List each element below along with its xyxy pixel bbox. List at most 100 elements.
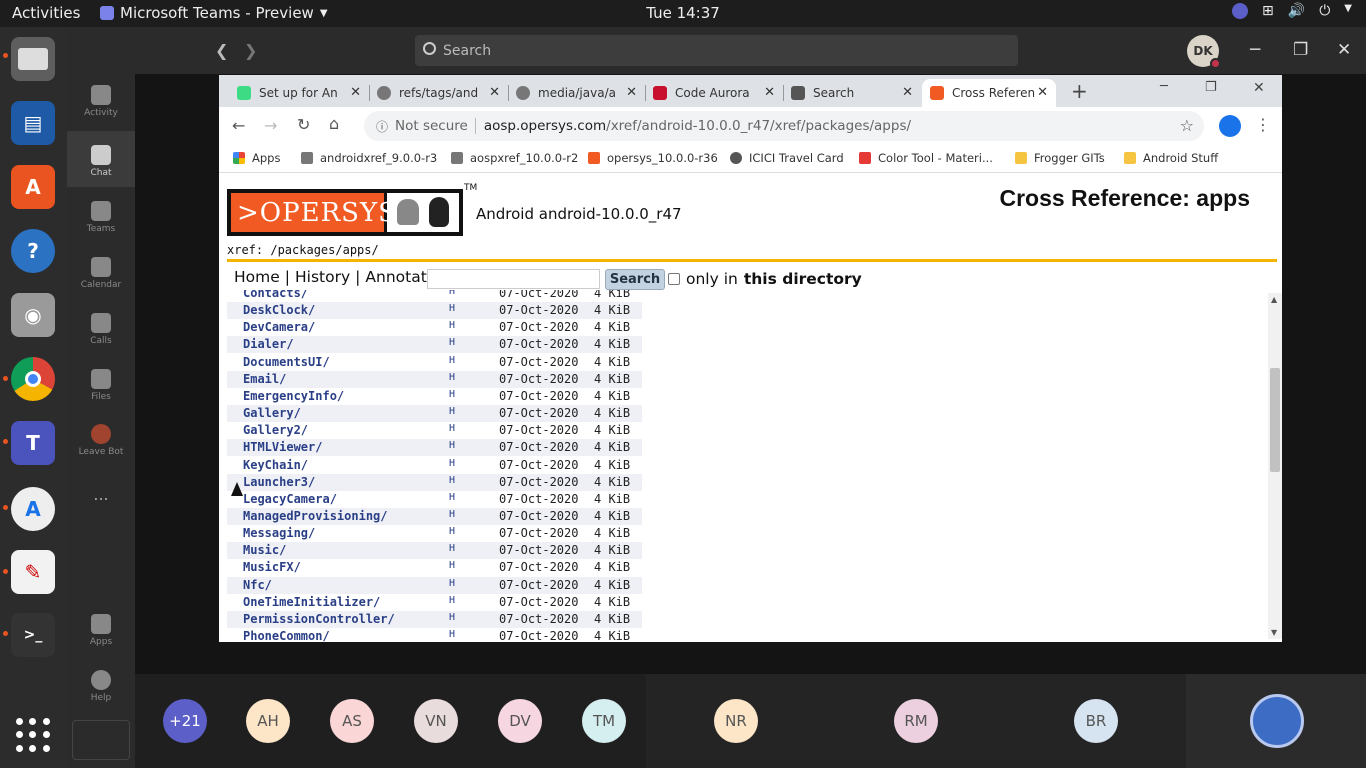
close-icon[interactable]: ✕ (1253, 80, 1265, 96)
minimize-icon[interactable]: ─ (1160, 79, 1168, 94)
chevron-down-icon[interactable]: ▼ (1344, 3, 1352, 19)
self-video-tile[interactable] (1186, 674, 1366, 768)
browser-tab[interactable]: refs/tags/and ✕ (369, 79, 508, 107)
star-icon[interactable]: ☆ (1180, 116, 1194, 135)
history-link[interactable]: H (449, 526, 455, 537)
history-link[interactable]: H (449, 440, 455, 451)
browser-tab[interactable]: Set up for An ✕ (229, 79, 369, 107)
scroll-down-icon[interactable]: ▼ (1271, 628, 1277, 637)
minimize-icon[interactable]: ─ (1250, 40, 1260, 60)
close-tab-icon[interactable]: ✕ (764, 85, 775, 100)
power-icon[interactable]: ⏻ (1319, 3, 1330, 19)
android-studio-icon[interactable]: A (11, 487, 55, 531)
profile-avatar[interactable] (1219, 115, 1241, 137)
help-icon[interactable]: ? (11, 229, 55, 273)
history-link[interactable]: H (449, 543, 455, 554)
rail-activity[interactable]: Activity (67, 85, 135, 118)
close-tab-icon[interactable]: ✕ (902, 85, 913, 100)
history-link[interactable]: H (449, 509, 455, 520)
rail-apps[interactable]: Apps (67, 614, 135, 647)
history-link[interactable]: H (449, 560, 455, 571)
participant-avatar[interactable]: RM (894, 699, 938, 743)
directory-link[interactable]: LegacyCamera/ (243, 492, 337, 506)
files-icon[interactable] (11, 37, 55, 81)
system-tray[interactable]: ⊞ 🔊 ⏻ ▼ (1232, 3, 1352, 19)
close-tab-icon[interactable]: ✕ (350, 85, 361, 100)
directory-link[interactable]: Gallery/ (243, 406, 301, 420)
participant-avatar[interactable]: TM (582, 699, 626, 743)
reload-icon[interactable]: ↻ (297, 115, 310, 134)
rail-help[interactable]: Help (67, 670, 135, 703)
directory-link[interactable]: EmergencyInfo/ (243, 389, 344, 403)
bookmark-item[interactable]: aospxref_10.0.0-r2 (451, 151, 578, 165)
bookmark-item[interactable]: opersys_10.0.0-r36 (588, 151, 718, 165)
history-link[interactable]: H (449, 337, 455, 348)
scroll-up-icon[interactable]: ▲ (1271, 295, 1277, 304)
history-link[interactable]: H (449, 595, 455, 606)
directory-link[interactable]: MusicFX/ (243, 560, 301, 574)
participant-avatar[interactable]: AH (246, 699, 290, 743)
only-in-directory-checkbox[interactable] (668, 273, 680, 285)
directory-link[interactable]: Nfc/ (243, 578, 272, 592)
history-link[interactable]: H (449, 458, 455, 469)
history-link[interactable]: H (449, 629, 455, 640)
back-arrow-icon[interactable]: ❮ (215, 41, 228, 60)
pdf-viewer-icon[interactable]: ✎ (11, 550, 55, 594)
rail-calendar[interactable]: Calendar (67, 257, 135, 290)
kebab-menu-icon[interactable]: ⋮ (1255, 115, 1271, 134)
history-link[interactable]: H (449, 320, 455, 331)
only-in-directory-option[interactable]: only in this directory (668, 270, 862, 288)
bookmark-folder[interactable]: Frogger GITs (1015, 151, 1105, 165)
back-arrow-icon[interactable]: ← (232, 116, 245, 135)
search-input[interactable] (427, 269, 600, 289)
annotate-link[interactable]: Annotate (365, 268, 436, 286)
forward-arrow-icon[interactable]: ❯ (244, 41, 257, 60)
directory-link[interactable]: Gallery2/ (243, 423, 308, 437)
teams-search-input[interactable]: Search (415, 35, 1018, 66)
rail-teams[interactable]: Teams (67, 201, 135, 234)
directory-link[interactable]: Music/ (243, 543, 286, 557)
avatar[interactable]: DK (1187, 35, 1221, 69)
search-button[interactable]: Search (605, 269, 665, 290)
opersys-logo[interactable]: >OPERSYS (227, 189, 463, 236)
maximize-icon[interactable]: ❐ (1205, 80, 1217, 95)
libreoffice-impress-icon[interactable]: ▤ (11, 101, 55, 145)
software-store-icon[interactable]: A (11, 165, 55, 209)
page-scrollbar[interactable]: ▲ ▼ (1268, 293, 1282, 639)
history-link[interactable]: H (449, 475, 455, 486)
history-link[interactable]: H (449, 578, 455, 589)
terminal-icon[interactable]: >_ (11, 613, 55, 657)
show-applications-icon[interactable] (16, 718, 52, 754)
history-link[interactable]: H (449, 406, 455, 417)
directory-link[interactable]: HTMLViewer/ (243, 440, 322, 454)
directory-link[interactable]: DeskClock/ (243, 303, 315, 317)
history-link[interactable]: History (295, 268, 350, 286)
directory-link[interactable]: PhoneCommon/ (243, 629, 330, 642)
app-menu[interactable]: Microsoft Teams - Preview ▼ (100, 4, 328, 22)
participant-avatar[interactable]: NR (714, 699, 758, 743)
rail-chat[interactable]: Chat (67, 131, 135, 187)
directory-link[interactable]: ManagedProvisioning/ (243, 509, 388, 523)
rail-files[interactable]: Files (67, 369, 135, 402)
history-link[interactable]: H (449, 612, 455, 623)
home-link[interactable]: Home (234, 268, 280, 286)
bookmark-item[interactable]: androidxref_9.0.0-r3 (301, 151, 437, 165)
directory-link[interactable]: Dialer/ (243, 337, 294, 351)
rail-calls[interactable]: Calls (67, 313, 135, 346)
directory-link[interactable]: DevCamera/ (243, 320, 315, 334)
bookmark-item[interactable]: Color Tool - Materi... (859, 151, 993, 165)
history-link[interactable]: H (449, 290, 455, 297)
volume-icon[interactable]: 🔊 (1288, 3, 1305, 19)
history-link[interactable]: H (449, 492, 455, 503)
browser-tab-active[interactable]: Cross Referen ✕ (922, 79, 1056, 107)
browser-tab[interactable]: Code Aurora ✕ (645, 79, 783, 107)
browser-tab[interactable]: media/java/a ✕ (508, 79, 645, 107)
teams-dock-icon[interactable]: T (11, 421, 55, 465)
rail-more[interactable]: ... (67, 485, 135, 504)
scrollbar-thumb[interactable] (1270, 368, 1280, 472)
bookmark-item[interactable]: ICICI Travel Card (730, 151, 844, 165)
directory-link[interactable]: PermissionController/ (243, 612, 395, 626)
history-link[interactable]: H (449, 389, 455, 400)
participant-avatar[interactable]: AS (330, 699, 374, 743)
participant-avatar[interactable]: VN (414, 699, 458, 743)
